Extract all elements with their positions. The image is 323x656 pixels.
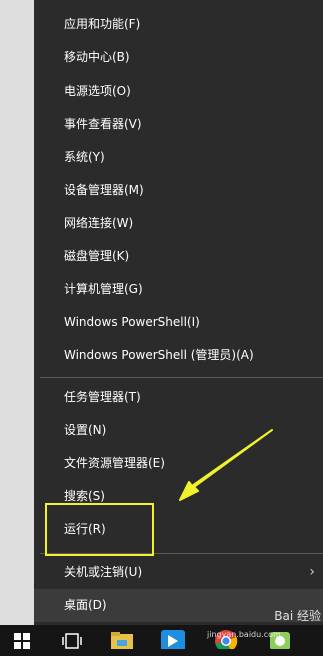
watermark-url: jingyan.baidu.com — [207, 630, 281, 639]
windows-start-icon[interactable] — [14, 633, 30, 653]
task-view-icon[interactable] — [62, 632, 82, 652]
annotation-arrow-icon — [179, 429, 273, 501]
watermark-brand: Bai 经验 — [274, 609, 321, 623]
app-icon[interactable] — [160, 629, 186, 649]
file-explorer-icon[interactable] — [110, 631, 134, 651]
